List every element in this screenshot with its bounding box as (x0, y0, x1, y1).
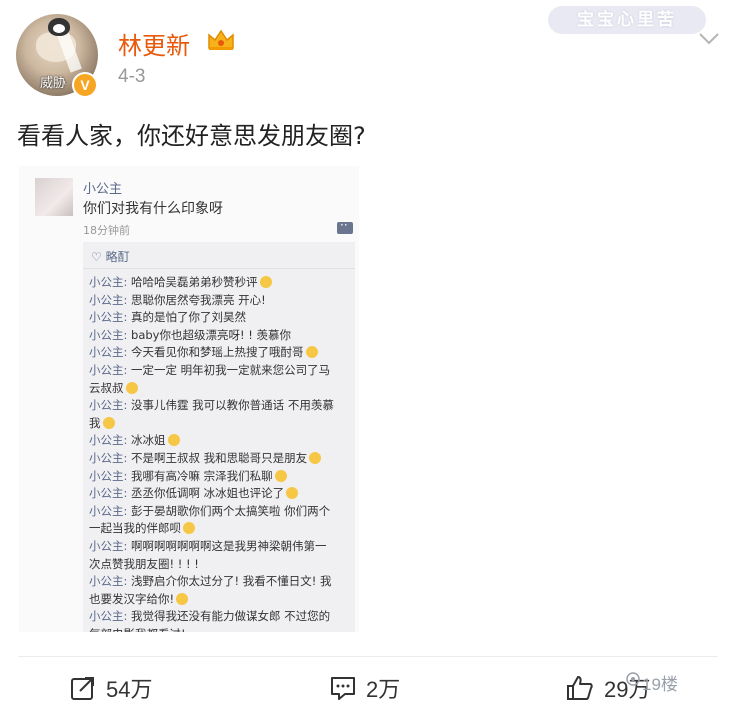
comment-author: 小公主: (89, 451, 128, 465)
emoji-icon (305, 346, 318, 359)
comment-text: 啊啊啊啊啊啊啊这是我男神梁朝伟第一 (127, 539, 327, 553)
comment-text: 每部电影我都看过! (89, 627, 186, 632)
embedded-name: 小公主 (83, 182, 123, 197)
comment-text: 一起当我的伴郎呗 (89, 521, 181, 536)
embedded-avatar (35, 178, 73, 216)
site-watermark: 19楼 (642, 675, 678, 694)
comment-author: 小公主: (89, 310, 128, 325)
comment-line: 也要发汉字给你! (89, 591, 189, 607)
comment-text: 也要发汉字给你! (89, 591, 175, 606)
verified-badge-icon: V (72, 72, 98, 98)
comment-line: 小公主: 哈哈哈吴磊弟弟秒赞秒评 (89, 274, 272, 290)
comment-author: 小公主: (89, 609, 128, 624)
repost-count: 54万 (106, 677, 153, 702)
comment-line: 小公主: 一定一定 明年初我一定就来您公司了马 (89, 362, 330, 378)
emoji-icon (286, 487, 299, 500)
comment-text: 我觉得我还没有能力做谋女郎 不过您的 (127, 609, 331, 624)
divider (18, 656, 718, 657)
thumbs-up-icon (567, 676, 593, 700)
comment-text: 冰冰姐 (127, 433, 166, 448)
comment-author: 小公主: (89, 503, 128, 518)
comment-line: 一起当我的伴郎呗 (89, 520, 195, 536)
comment-text: 没事儿伟霆 我可以教你普通话 不用羡慕 (127, 398, 334, 413)
emoji-icon (102, 416, 115, 429)
embedded-screenshot[interactable]: 小公主 你们对我有什么印象呀 18分钟前 ♡ 略酊 小公主: 哈哈哈吴磊弟弟秒赞… (19, 166, 359, 632)
repost-button[interactable]: 54万 (70, 672, 152, 704)
embedded-time: 18分钟前 (83, 224, 130, 237)
comment-button[interactable]: 2万 (330, 672, 400, 704)
comment-text: 哈哈哈吴磊弟弟秒赞秒评 (127, 275, 258, 289)
comment-author: 小公主: (89, 275, 128, 289)
comment-text: 次点赞我朋友圈! ! ! ! (89, 556, 199, 571)
comment-author: 小公主: (89, 574, 128, 589)
comment-icon (331, 677, 355, 700)
comment-line: 小公主: 丞丞你低调啊 冰冰姐也评论了 (89, 485, 299, 501)
comment-text: 一定一定 明年初我一定就来您公司了马 (127, 363, 331, 377)
comment-author: 小公主: (89, 486, 128, 501)
comment-text: 我哪有高冷嘛 宗泽我们私聊 (127, 468, 273, 483)
comment-line: 次点赞我朋友圈! ! ! ! (89, 556, 199, 572)
comment-line: 小公主: 不是啊王叔叔 我和思聪哥只是朋友 (89, 450, 322, 466)
comment-author: 小公主: (89, 433, 128, 448)
emoji-icon (274, 469, 287, 482)
divider (83, 268, 355, 269)
comment-text: baby你也超级漂亮呀! ! 羡慕你 (127, 327, 292, 342)
username[interactable]: 林更新 (118, 26, 190, 61)
comment-text: 思聪你居然夸我漂亮 开心! (127, 292, 266, 307)
comment-author: 小公主: (89, 468, 128, 483)
comment-author: 小公主: (89, 398, 128, 413)
comment-line: 小公主: 今天看见你和梦瑶上热搜了哦酎哥 (89, 344, 318, 360)
comment-text: 云叔叔 (89, 380, 124, 395)
comment-line: 云叔叔 (89, 380, 138, 396)
embedded-message: 你们对我有什么印象呀 (83, 201, 223, 217)
comment-author: 小公主: (89, 363, 128, 377)
embedded-comments: ♡ 略酊 小公主: 哈哈哈吴磊弟弟秒赞秒评 小公主: 思聪你居然夸我漂亮 开心! 小… (83, 242, 355, 632)
emoji-icon (125, 381, 138, 394)
comment-line: 每部电影我都看过! (89, 626, 186, 632)
comment-text: 彭于晏胡歌你们两个太搞笑啦 你们两个 (127, 503, 331, 518)
crown-icon (208, 29, 234, 50)
comment-line: 小公主: baby你也超级漂亮呀! ! 羡慕你 (89, 327, 291, 343)
avatar-caption: 威胁 (40, 76, 67, 91)
comment-line: 小公主: 浅野启介你太过分了! 我看不懂日文! 我 (89, 573, 332, 589)
emoji-icon (176, 592, 189, 605)
dog-icon (48, 18, 70, 36)
comment-text: 我 (89, 415, 101, 430)
repost-icon (71, 677, 94, 700)
comment-line: 小公主: 没事儿伟霆 我可以教你普通话 不用羡慕 (89, 397, 334, 413)
top-watermark: 宝宝心里苦 (548, 6, 706, 34)
post-date: 4-3 (118, 66, 146, 87)
chevron-down-icon[interactable] (698, 32, 720, 46)
emoji-icon (259, 276, 272, 288)
emoji-icon (183, 522, 195, 535)
emoji-icon (309, 452, 322, 464)
comment-text: 丞丞你低调啊 冰冰姐也评论了 (127, 486, 285, 501)
comment-author: 小公主: (89, 292, 128, 307)
comment-count: 2万 (366, 677, 401, 702)
comment-text: 真的是怕了你了刘昊然 (127, 310, 247, 325)
comment-line: 我 (89, 415, 115, 431)
post-text: 看看人家，你还好意思发朋友圈? (17, 122, 366, 150)
more-icon (337, 218, 353, 234)
embedded-like-row: ♡ 略酊 (91, 250, 130, 264)
comment-author: 小公主: (89, 345, 128, 360)
watermark-icon (626, 672, 640, 686)
comment-line: 小公主: 冰冰姐 (89, 432, 180, 448)
comment-text: 今天看见你和梦瑶上热搜了哦酎哥 (127, 345, 304, 360)
comment-text: 不是啊王叔叔 我和思聪哥只是朋友 (127, 451, 308, 465)
emoji-icon (167, 434, 180, 447)
comment-line: 小公主: 真的是怕了你了刘昊然 (89, 309, 246, 325)
comment-line: 小公主: 啊啊啊啊啊啊啊这是我男神梁朝伟第一 (89, 538, 327, 554)
comment-line: 小公主: 我觉得我还没有能力做谋女郎 不过您的 (89, 608, 330, 624)
comment-line: 小公主: 我哪有高冷嘛 宗泽我们私聊 (89, 468, 287, 484)
comment-author: 小公主: (89, 327, 128, 342)
comment-author: 小公主: (89, 539, 128, 553)
comment-text: 浅野启介你太过分了! 我看不懂日文! 我 (127, 574, 332, 589)
comment-line: 小公主: 思聪你居然夸我漂亮 开心! (89, 292, 266, 308)
comment-line: 小公主: 彭于晏胡歌你们两个太搞笑啦 你们两个 (89, 503, 330, 519)
